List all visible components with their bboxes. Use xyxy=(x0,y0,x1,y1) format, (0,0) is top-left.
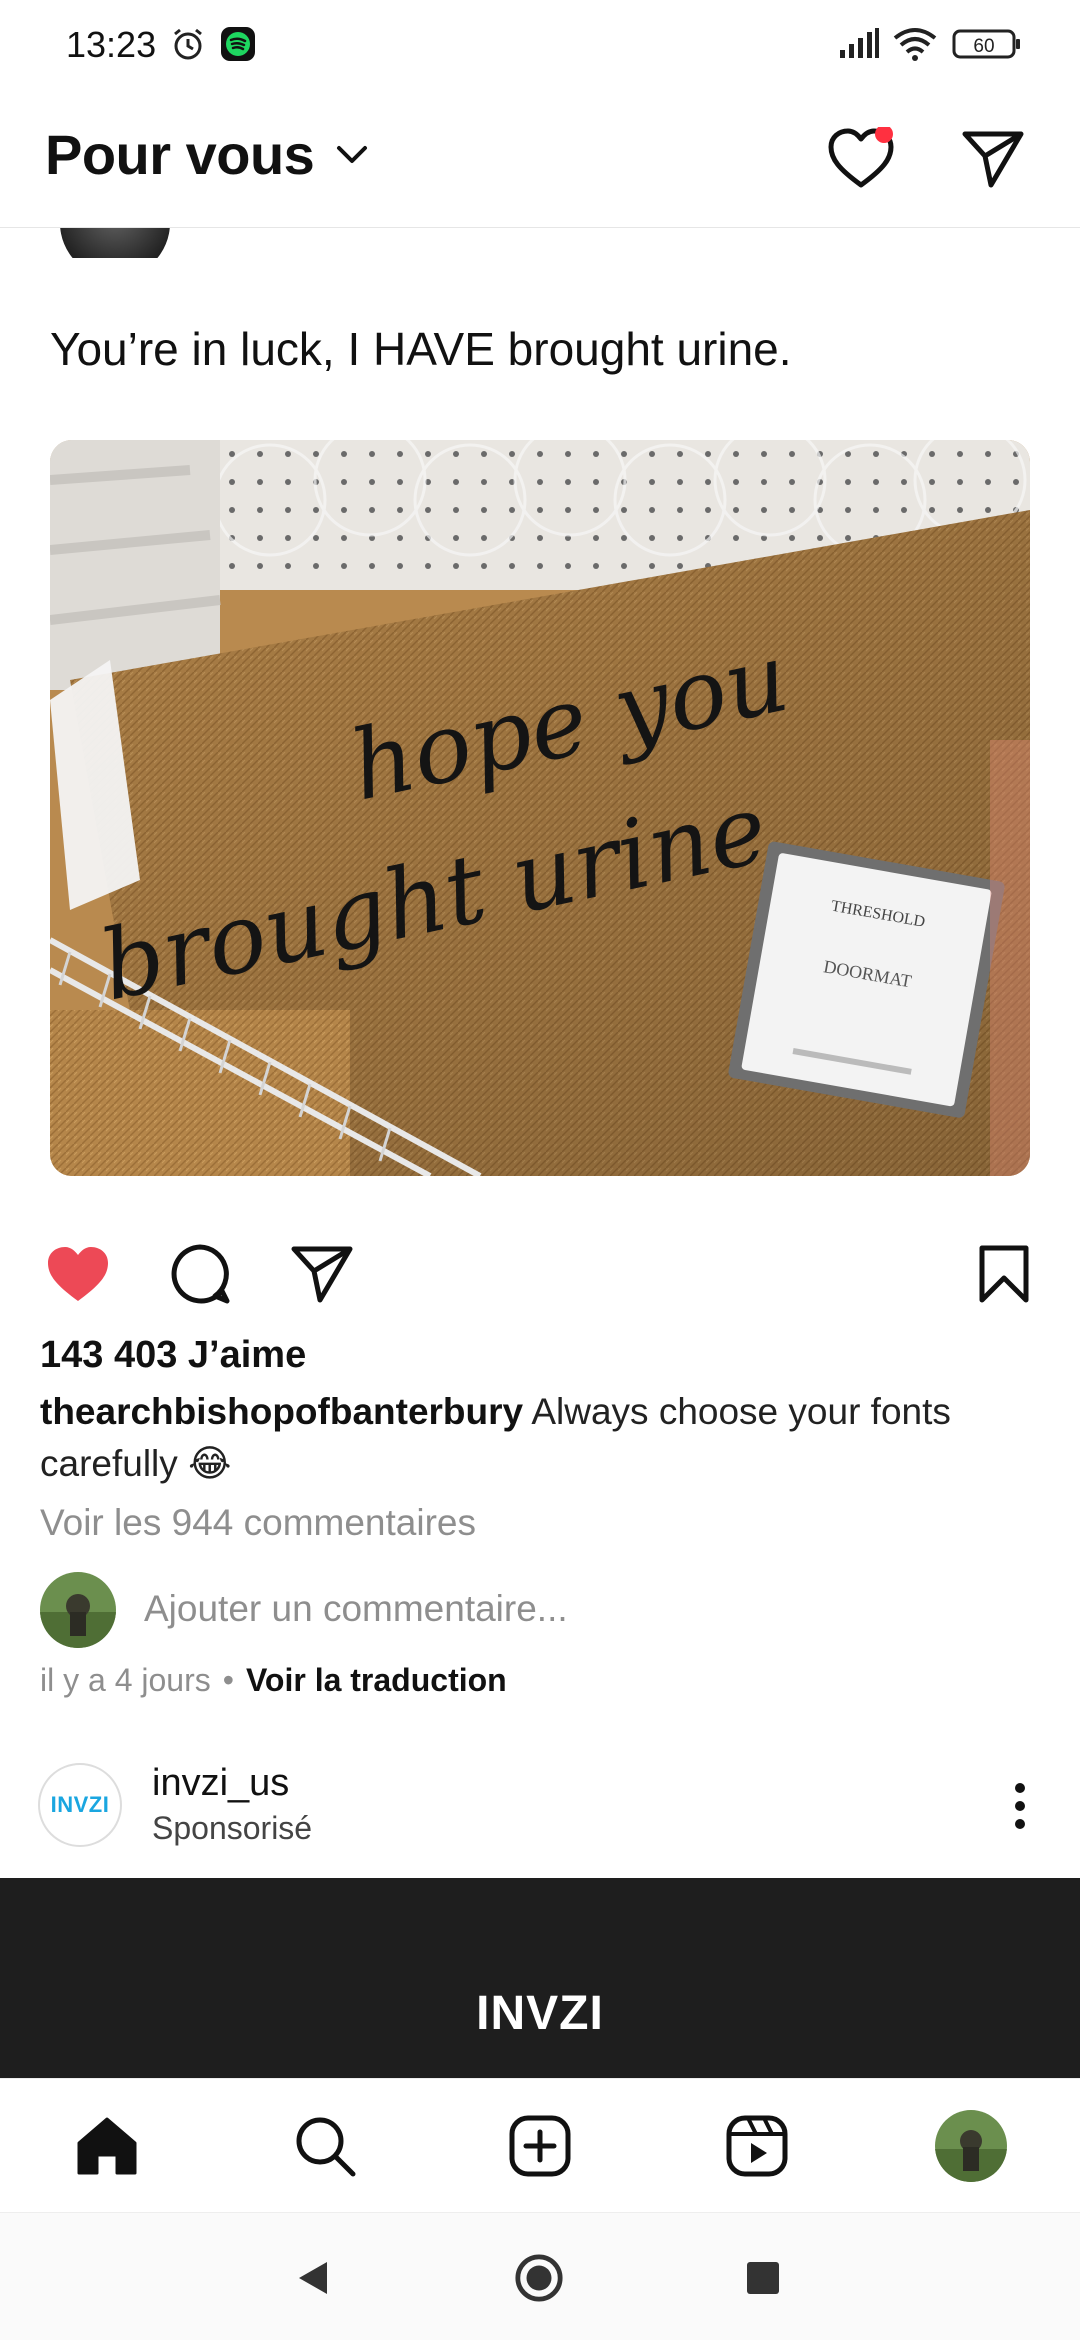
create-icon xyxy=(509,2115,571,2177)
notifications-button[interactable] xyxy=(816,114,906,204)
nav-reels[interactable] xyxy=(720,2109,794,2183)
post-meta: il y a 4 jours • Voir la traduction xyxy=(40,1662,507,1699)
home-icon xyxy=(77,2117,137,2175)
nav-profile[interactable] xyxy=(934,2109,1008,2183)
svg-text:60: 60 xyxy=(973,36,994,57)
post-time: il y a 4 jours xyxy=(40,1662,211,1698)
sponsored-label: Sponsorisé xyxy=(152,1810,313,1846)
ad-banner-text: INVZI xyxy=(476,1987,604,2040)
sponsor-avatar[interactable]: INVZI xyxy=(38,1763,122,1847)
wifi-icon xyxy=(892,26,938,67)
like-count[interactable]: 143 403 J’aime xyxy=(40,1334,306,1377)
home-circle-icon[interactable] xyxy=(514,2253,564,2303)
post-image[interactable]: hope you brought urine THRESHOLD DOORMAT xyxy=(50,440,1030,1176)
nav-search[interactable] xyxy=(288,2109,362,2183)
search-icon xyxy=(296,2117,356,2177)
ad-banner[interactable]: INVZI xyxy=(0,1878,1080,2078)
heart-icon xyxy=(828,127,894,188)
add-comment-row[interactable]: Ajouter un commentaire... xyxy=(40,1572,1040,1648)
alarm-icon xyxy=(170,26,206,67)
post-caption: thearchbishopofbanterbury Always choose … xyxy=(40,1386,1040,1490)
comment-button[interactable] xyxy=(162,1236,238,1312)
bookmark-icon xyxy=(979,1245,1029,1303)
nav-create[interactable] xyxy=(503,2109,577,2183)
comment-input[interactable]: Ajouter un commentaire... xyxy=(144,1588,568,1630)
avatar xyxy=(40,1572,116,1648)
translate-link[interactable]: Voir la traduction xyxy=(246,1662,507,1698)
caption-username[interactable]: thearchbishopofbanterbury xyxy=(40,1391,523,1432)
battery-icon: 60 xyxy=(952,28,1022,65)
separator: • xyxy=(222,1662,234,1698)
save-button[interactable] xyxy=(966,1236,1042,1312)
reels-icon xyxy=(726,2115,788,2177)
post-author-row xyxy=(0,228,1080,258)
send-icon xyxy=(291,1246,353,1303)
heart-filled-icon xyxy=(48,1247,108,1301)
share-button[interactable] xyxy=(284,1236,360,1312)
direct-messages-button[interactable] xyxy=(948,114,1038,204)
profile-avatar xyxy=(935,2110,1007,2182)
more-options-icon[interactable] xyxy=(1000,1778,1040,1834)
view-comments-link[interactable]: Voir les 944 commentaires xyxy=(40,1502,476,1544)
nav-home[interactable] xyxy=(70,2109,144,2183)
status-bar: 13:23 60 xyxy=(0,0,1080,92)
system-nav xyxy=(0,2212,1080,2340)
bottom-nav xyxy=(0,2078,1080,2212)
like-button[interactable] xyxy=(40,1236,116,1312)
send-icon xyxy=(962,131,1024,188)
avatar[interactable] xyxy=(60,228,170,258)
post-text: You’re in luck, I HAVE brought urine. xyxy=(50,323,792,375)
sponsor-name[interactable]: invzi_us xyxy=(152,1762,289,1805)
recents-icon[interactable] xyxy=(738,2253,788,2303)
chevron-down-icon[interactable] xyxy=(335,144,369,171)
feed-title[interactable]: Pour vous xyxy=(45,122,315,187)
feed-header: Pour vous xyxy=(0,92,1080,228)
emoji-laugh-icon: 😂 xyxy=(188,1443,232,1484)
spotify-icon xyxy=(220,26,256,67)
signal-icon xyxy=(838,26,880,65)
back-icon[interactable] xyxy=(288,2253,338,2303)
status-time: 13:23 xyxy=(66,24,157,65)
comment-icon xyxy=(171,1244,230,1304)
